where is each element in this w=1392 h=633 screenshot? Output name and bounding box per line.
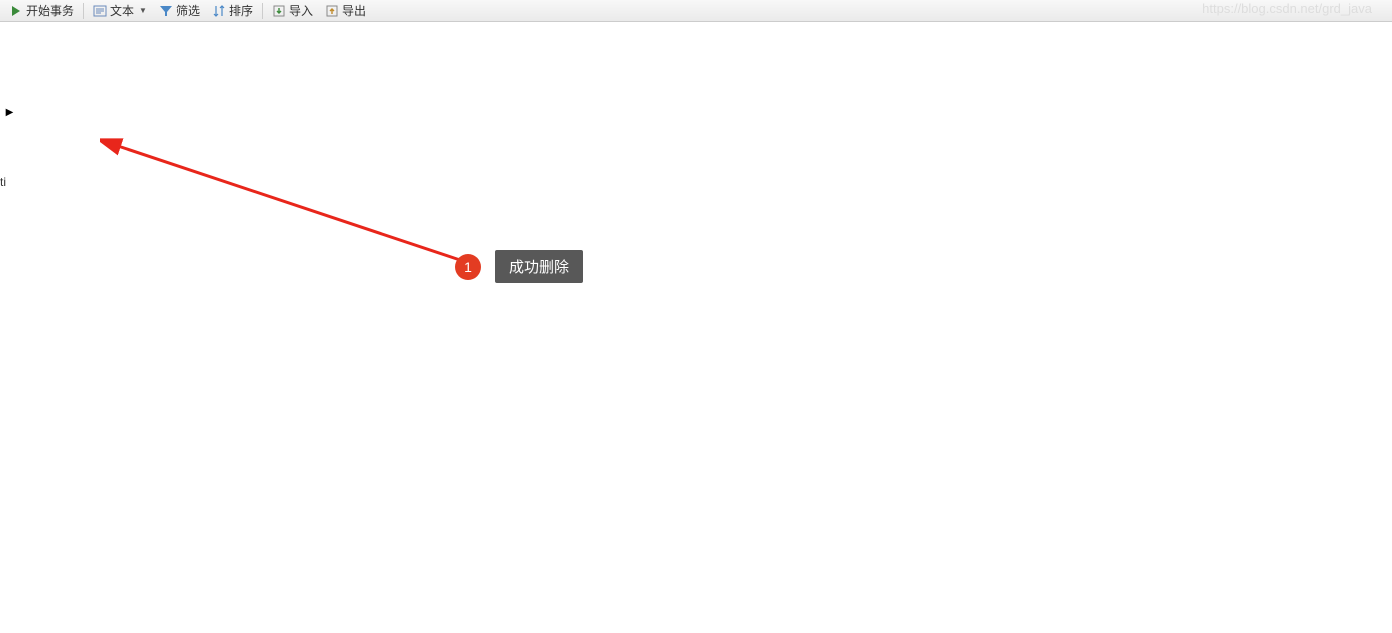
row-marker[interactable]	[0, 125, 19, 150]
filter-icon	[159, 4, 173, 18]
separator	[83, 3, 84, 19]
toolbar-label: 开始事务	[26, 2, 74, 19]
row-marker[interactable]	[0, 450, 19, 475]
row-marker[interactable]	[0, 300, 19, 325]
row-marker[interactable]: ▶	[0, 100, 19, 125]
row-marker[interactable]	[0, 150, 19, 175]
toolbar: 开始事务 文本 ▼ 筛选 排序 导入 导出	[0, 0, 1392, 22]
text-button[interactable]: 文本 ▼	[88, 1, 152, 20]
export-icon	[325, 4, 339, 18]
row-marker[interactable]	[0, 400, 19, 425]
row-marker[interactable]	[0, 500, 19, 525]
row-marker[interactable]	[0, 375, 19, 400]
toolbar-label: 筛选	[176, 2, 200, 19]
row-marker[interactable]	[0, 75, 19, 100]
toolbar-label: 导出	[342, 2, 366, 19]
annotation-badge: 1	[455, 254, 481, 280]
play-icon	[9, 4, 23, 18]
chevron-down-icon: ▼	[139, 6, 147, 15]
annotation-tooltip-text: 成功删除	[509, 259, 569, 276]
sort-icon	[212, 4, 226, 18]
row-marker[interactable]	[0, 250, 19, 275]
annotation-tooltip: 成功删除	[495, 250, 583, 283]
sort-button[interactable]: 排序	[207, 1, 258, 20]
row-marker[interactable]	[0, 50, 19, 75]
separator	[262, 3, 263, 19]
row-marker[interactable]	[0, 325, 19, 350]
row-marker[interactable]	[0, 350, 19, 375]
row-marker[interactable]	[0, 425, 19, 450]
annotation-arrow-icon	[100, 90, 470, 290]
filter-button[interactable]: 筛选	[154, 1, 205, 20]
row-marker[interactable]	[0, 475, 19, 500]
annotation-badge-number: 1	[464, 259, 472, 275]
start-transaction-button[interactable]: 开始事务	[4, 1, 79, 20]
toolbar-label: 导入	[289, 2, 313, 19]
toolbar-label: 排序	[229, 2, 253, 19]
import-icon	[272, 4, 286, 18]
row-marker[interactable]	[0, 200, 19, 225]
import-button[interactable]: 导入	[267, 1, 318, 20]
export-button[interactable]: 导出	[320, 1, 371, 20]
row-marker[interactable]	[0, 225, 19, 250]
row-marker[interactable]	[0, 275, 19, 300]
row-marker[interactable]	[0, 175, 19, 200]
text-icon	[93, 4, 107, 18]
toolbar-label: 文本	[110, 2, 134, 19]
